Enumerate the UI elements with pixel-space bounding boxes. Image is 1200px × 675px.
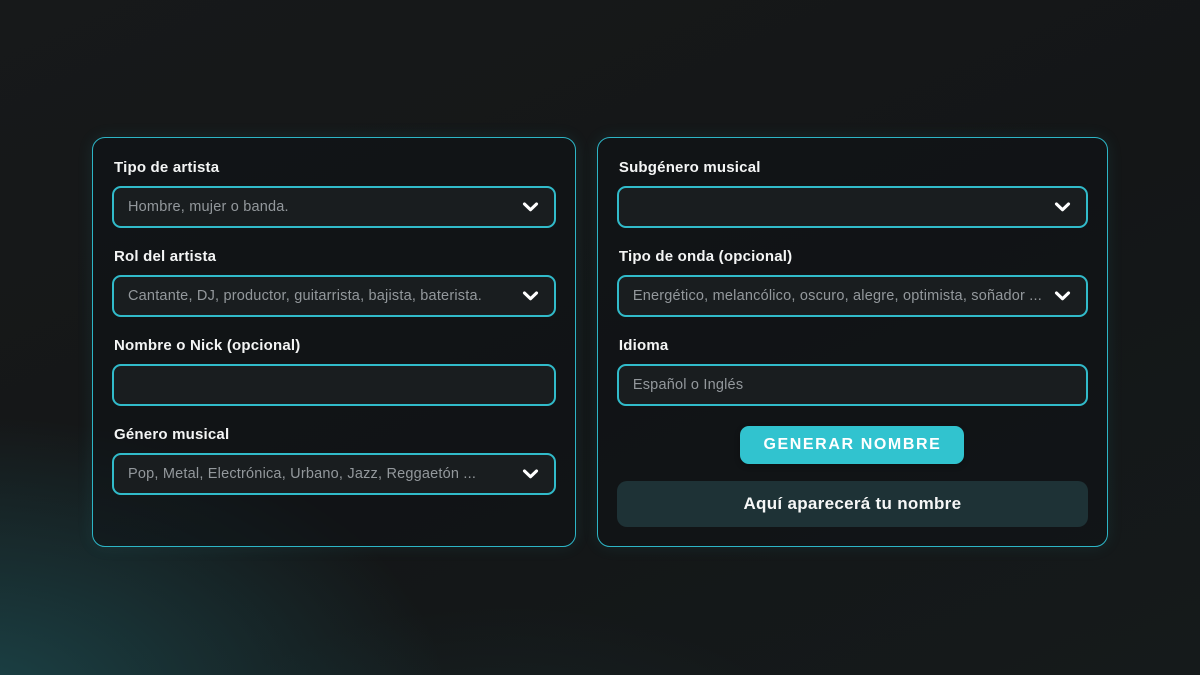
field-tipo-de-artista: Tipo de artista Hombre, mujer o banda.: [112, 159, 556, 228]
rol-del-artista-label: Rol del artista: [114, 248, 556, 266]
tipo-de-onda-select[interactable]: Energético, melancólico, oscuro, alegre,…: [617, 275, 1088, 317]
chevron-down-icon: [522, 202, 539, 213]
subgenero-musical-select[interactable]: [617, 186, 1088, 228]
field-tipo-de-onda: Tipo de onda (opcional) Energético, mela…: [617, 248, 1088, 317]
result-name-text: Aquí aparecerá tu nombre: [743, 494, 961, 514]
chevron-down-icon: [522, 291, 539, 302]
genero-musical-select[interactable]: Pop, Metal, Electrónica, Urbano, Jazz, R…: [112, 453, 556, 495]
chevron-down-icon: [1054, 202, 1071, 213]
nombre-o-nick-label: Nombre o Nick (opcional): [114, 337, 556, 355]
right-form-card: Subgénero musical Tipo de onda (opcional…: [597, 137, 1108, 547]
field-idioma: Idioma: [617, 337, 1088, 406]
result-name-box: Aquí aparecerá tu nombre: [617, 481, 1088, 527]
left-form-card: Tipo de artista Hombre, mujer o banda. R…: [92, 137, 576, 547]
idioma-input[interactable]: [617, 364, 1088, 406]
field-subgenero-musical: Subgénero musical: [617, 159, 1088, 228]
field-nombre-o-nick: Nombre o Nick (opcional): [112, 337, 556, 406]
tipo-de-onda-label: Tipo de onda (opcional): [619, 248, 1088, 266]
genero-musical-value: Pop, Metal, Electrónica, Urbano, Jazz, R…: [128, 466, 476, 482]
chevron-down-icon: [1054, 291, 1071, 302]
genero-musical-label: Género musical: [114, 426, 556, 444]
nombre-o-nick-input[interactable]: [112, 364, 556, 406]
form-panels: Tipo de artista Hombre, mujer o banda. R…: [0, 0, 1200, 547]
tipo-de-artista-value: Hombre, mujer o banda.: [128, 199, 289, 215]
chevron-down-icon: [522, 469, 539, 480]
tipo-de-artista-select[interactable]: Hombre, mujer o banda.: [112, 186, 556, 228]
field-rol-del-artista: Rol del artista Cantante, DJ, productor,…: [112, 248, 556, 317]
tipo-de-artista-label: Tipo de artista: [114, 159, 556, 177]
generar-nombre-button[interactable]: GENERAR NOMBRE: [740, 426, 964, 464]
tipo-de-onda-value: Energético, melancólico, oscuro, alegre,…: [633, 288, 1042, 304]
idioma-label: Idioma: [619, 337, 1088, 355]
subgenero-musical-label: Subgénero musical: [619, 159, 1088, 177]
rol-del-artista-value: Cantante, DJ, productor, guitarrista, ba…: [128, 288, 482, 304]
rol-del-artista-select[interactable]: Cantante, DJ, productor, guitarrista, ba…: [112, 275, 556, 317]
field-genero-musical: Género musical Pop, Metal, Electrónica, …: [112, 426, 556, 495]
